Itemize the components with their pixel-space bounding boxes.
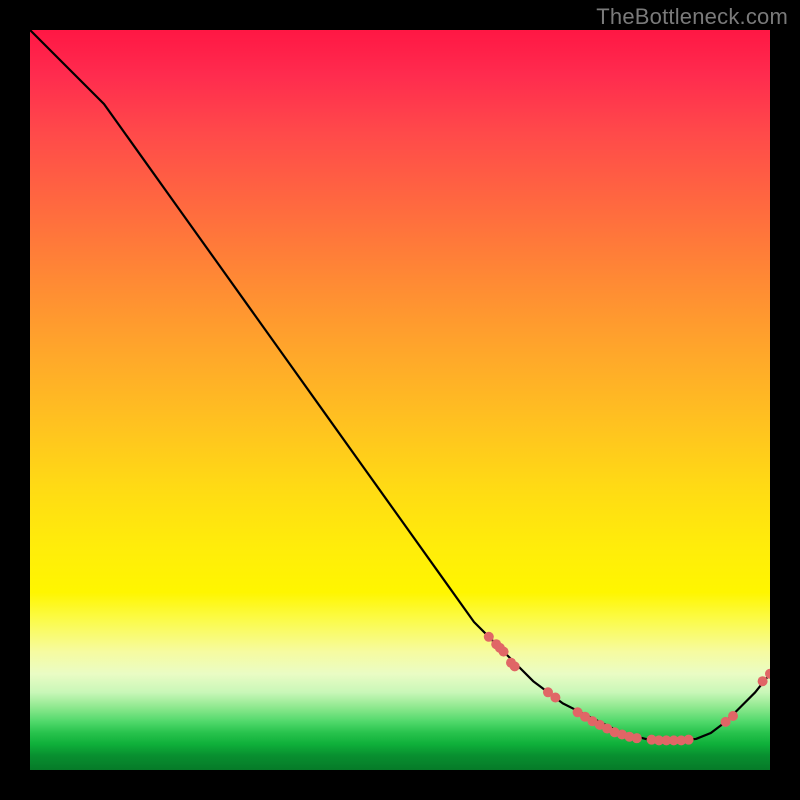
marker-group [484, 632, 770, 746]
plot-area [30, 30, 770, 770]
chart-frame: TheBottleneck.com [0, 0, 800, 800]
marker-dot [632, 733, 642, 743]
marker-dot [510, 661, 520, 671]
marker-dot [765, 669, 770, 679]
marker-dot [499, 647, 509, 657]
marker-dot [728, 711, 738, 721]
marker-dot [484, 632, 494, 642]
watermark-text: TheBottleneck.com [596, 4, 788, 30]
marker-dot [684, 735, 694, 745]
bottleneck-curve [30, 30, 770, 740]
marker-dot [758, 676, 768, 686]
chart-svg [30, 30, 770, 770]
marker-dot [550, 692, 560, 702]
